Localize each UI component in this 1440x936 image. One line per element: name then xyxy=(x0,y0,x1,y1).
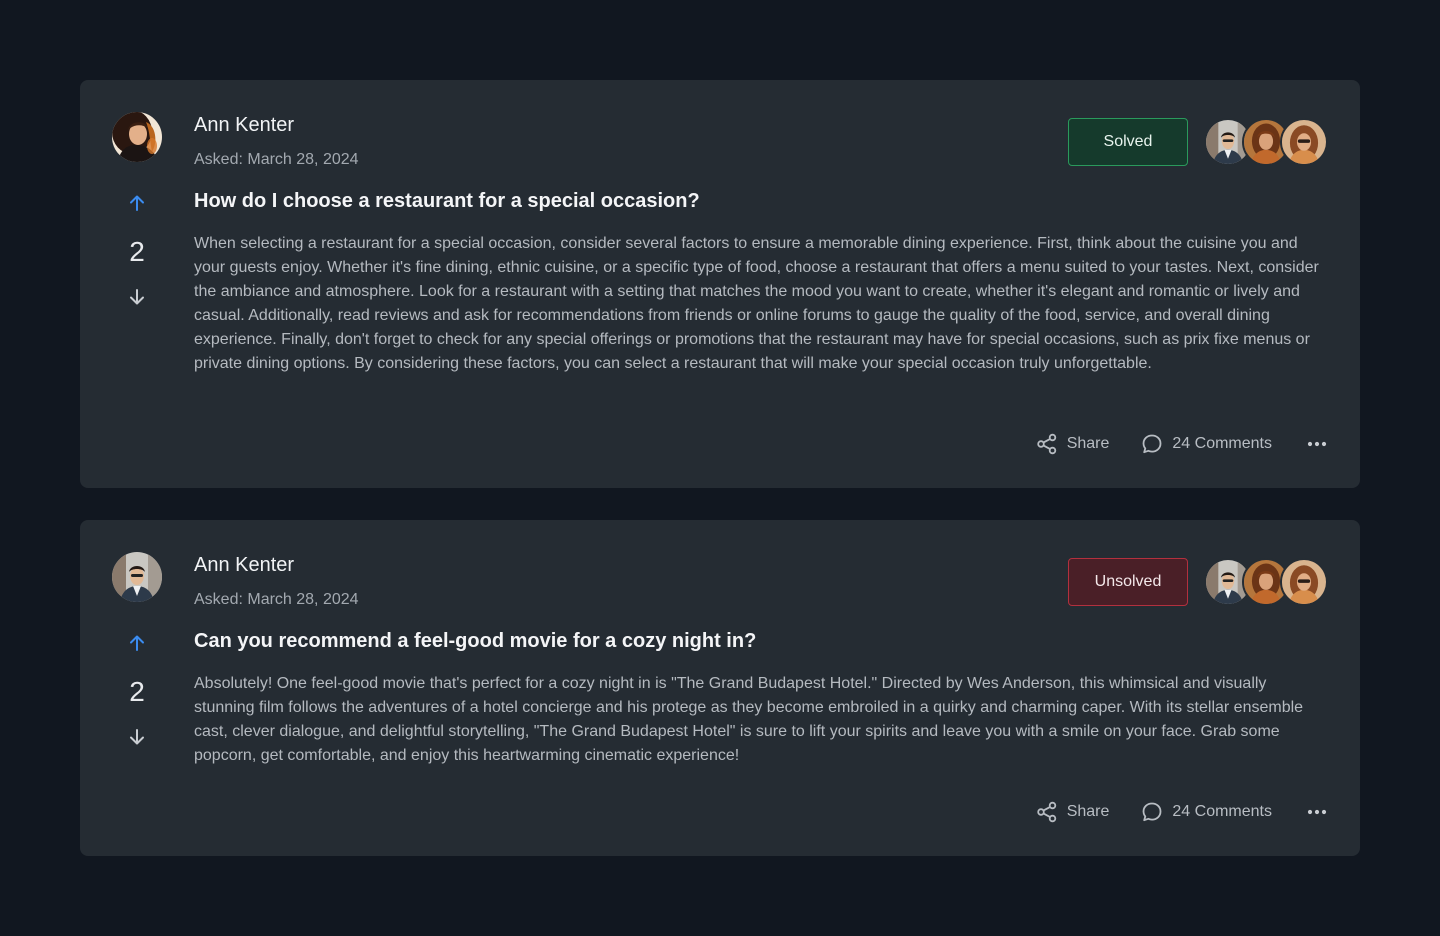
vote-count: 2 xyxy=(129,236,145,267)
status-badge-unsolved[interactable]: Unsolved xyxy=(1068,558,1188,606)
share-label: Share xyxy=(1066,803,1110,820)
more-options-button[interactable] xyxy=(1306,800,1328,824)
question-card: 2 Ann Kenter Asked: March 28, 2024 How d… xyxy=(80,80,1360,488)
participants-avatar-group[interactable] xyxy=(1204,118,1328,166)
question-title[interactable]: Can you recommend a feel-good movie for … xyxy=(194,630,756,653)
vote-count: 2 xyxy=(129,676,145,707)
more-options-button[interactable] xyxy=(1306,432,1328,456)
arrow-down-icon[interactable] xyxy=(126,286,148,308)
participant-avatar xyxy=(1280,558,1328,606)
author-name[interactable]: Ann Kenter xyxy=(194,554,294,577)
participants-avatar-group[interactable] xyxy=(1204,558,1328,606)
author-avatar[interactable] xyxy=(112,552,162,602)
woman-portrait-avatar-icon xyxy=(1282,120,1326,164)
comment-bubble-icon xyxy=(1143,802,1162,822)
author-avatar[interactable] xyxy=(112,112,162,162)
arrow-down-icon[interactable] xyxy=(126,726,148,748)
participant-avatar xyxy=(1280,118,1328,166)
vote-control: 2 xyxy=(112,632,162,748)
question-title[interactable]: How do I choose a restaurant for a speci… xyxy=(194,190,700,213)
asked-date: Asked: March 28, 2024 xyxy=(194,151,359,168)
question-body: Absolutely! One feel-good movie that's p… xyxy=(194,675,1304,764)
status-badge-solved[interactable]: Solved xyxy=(1068,118,1188,166)
more-horizontal-icon xyxy=(1307,441,1327,447)
author-name[interactable]: Ann Kenter xyxy=(194,114,294,137)
comments-button[interactable]: 24 Comments xyxy=(1141,432,1272,456)
more-horizontal-icon xyxy=(1307,809,1327,815)
question-body: When selecting a restaurant for a specia… xyxy=(194,235,1319,372)
vote-control: 2 xyxy=(112,192,162,308)
share-button[interactable]: Share xyxy=(1036,800,1110,824)
comments-label: 24 Comments xyxy=(1172,435,1272,452)
question-actions: Share 24 Comments xyxy=(1036,800,1328,824)
woman-portrait-avatar-icon xyxy=(112,112,162,162)
woman-portrait-avatar-icon xyxy=(1282,560,1326,604)
arrow-up-icon[interactable] xyxy=(126,192,148,214)
question-actions: Share 24 Comments xyxy=(1036,432,1328,456)
comment-bubble-icon xyxy=(1143,434,1162,454)
arrow-up-icon[interactable] xyxy=(126,632,148,654)
comments-label: 24 Comments xyxy=(1172,803,1272,820)
asked-date: Asked: March 28, 2024 xyxy=(194,591,359,608)
share-label: Share xyxy=(1066,435,1110,452)
share-button[interactable]: Share xyxy=(1036,432,1110,456)
share-icon xyxy=(1037,433,1056,455)
man-portrait-avatar-icon xyxy=(112,552,162,602)
share-icon xyxy=(1037,801,1056,823)
question-card: 2 Ann Kenter Asked: March 28, 2024 Can y… xyxy=(80,520,1360,856)
comments-button[interactable]: 24 Comments xyxy=(1141,800,1272,824)
